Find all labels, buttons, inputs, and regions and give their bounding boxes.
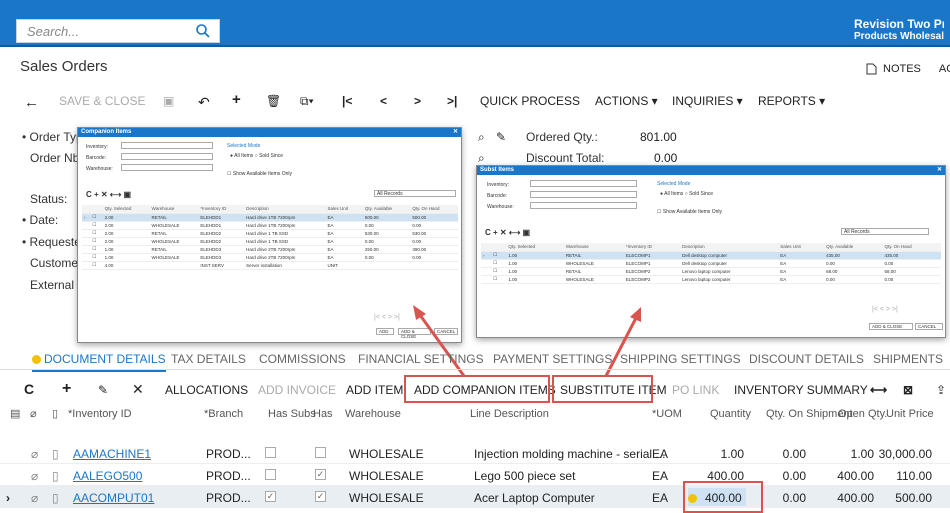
uom-cell: EA [652, 491, 669, 505]
branch-cell: PROD... [206, 447, 251, 461]
highlight-box [404, 375, 550, 403]
highlight-box [683, 481, 763, 513]
open-qty-cell: 400.00 [837, 491, 874, 505]
inventory-id-link[interactable]: AACOMPUT01 [73, 491, 154, 505]
highlight-box [552, 375, 653, 403]
has-subs-checkbox[interactable]: ✓ [265, 491, 276, 502]
attachment-icon[interactable]: ⌀ [31, 491, 38, 505]
refresh-icon[interactable]: C [24, 381, 34, 397]
branch-cell: PROD... [206, 491, 251, 505]
note-icon[interactable]: ▯ [52, 491, 59, 505]
has-subs-checkbox[interactable] [265, 447, 276, 458]
warehouse-cell: WHOLESALE [349, 447, 424, 461]
tab-shipments[interactable]: SHIPMENTS [873, 352, 943, 366]
qty-on-shipment-cell: 0.00 [782, 491, 806, 505]
col-branch[interactable]: *Branch [204, 408, 243, 420]
row-selector-icon: › [6, 491, 10, 505]
tab-document-details[interactable]: DOCUMENT DETAILS [32, 352, 166, 372]
note-icon: ▯ [52, 408, 59, 420]
warning-icon [32, 355, 41, 364]
inventory-id-link[interactable]: AALEGO500 [73, 469, 142, 483]
has-cor-checkbox[interactable] [315, 447, 326, 458]
line-description-cell: Acer Laptop Computer [474, 491, 595, 505]
tab-discount-details[interactable]: DISCOUNT DETAILS [749, 352, 864, 366]
has-subs-checkbox[interactable] [265, 469, 276, 480]
tab-commissions[interactable]: COMMISSIONS [259, 352, 346, 366]
col-quantity[interactable]: Quantity [710, 408, 751, 420]
tab-financial-settings[interactable]: FINANCIAL SETTINGS [358, 352, 484, 366]
edit-icon[interactable]: ✎ [98, 383, 108, 397]
line-description-cell: Lego 500 piece set [474, 469, 576, 483]
open-qty-cell: 1.00 [850, 447, 874, 461]
col-line-description[interactable]: Line Description [470, 408, 549, 420]
col-warehouse[interactable]: Warehouse [345, 408, 401, 420]
note-icon[interactable]: ▯ [52, 469, 59, 483]
po-link-button[interactable]: PO LINK [672, 383, 719, 397]
inventory-summary-button[interactable]: INVENTORY SUMMARY [734, 383, 868, 397]
qty-on-shipment-cell: 0.00 [782, 469, 806, 483]
line-description-cell: Injection molding machine - serial ... [474, 447, 666, 461]
unit-price-cell: 110.00 [896, 469, 932, 483]
table-row[interactable]: ⌀ ▯ AAMACHINE1 PROD... WHOLESALE Injection mo… [0, 442, 950, 464]
tab-payment-settings[interactable]: PAYMENT SETTINGS [493, 352, 612, 366]
attachment-icon: ⌀ [30, 408, 37, 420]
col-open-qty[interactable]: Open Qty. [838, 408, 887, 420]
qty-on-shipment-cell: 0.00 [782, 447, 806, 461]
add-row-icon[interactable]: + [62, 380, 71, 398]
branch-cell: PROD... [206, 469, 251, 483]
open-qty-cell: 400.00 [837, 469, 874, 483]
has-cor-checkbox[interactable]: ✓ [315, 491, 326, 502]
inventory-id-link[interactable]: AAMACHINE1 [73, 447, 151, 461]
has-cor-checkbox[interactable]: ✓ [315, 469, 326, 480]
export-icon[interactable]: ⊠ [903, 383, 913, 397]
uom-cell: EA [652, 469, 669, 483]
allocations-button[interactable]: ALLOCATIONS [165, 383, 248, 397]
col-inventory-id[interactable]: *Inventory ID [68, 408, 132, 420]
col-has-cor[interactable]: Has Cor [313, 408, 333, 420]
table-row[interactable]: › ⌀ ▯ AACOMPUT01 PROD... ✓ ✓ WHOLESALE Acer Lapt… [0, 486, 950, 508]
attachment-icon[interactable]: ⌀ [31, 447, 38, 461]
tab-shipping-settings[interactable]: SHIPPING SETTINGS [620, 352, 741, 366]
unit-price-cell: 500.00 [895, 491, 932, 505]
upload-icon[interactable]: ⇪ [936, 383, 946, 397]
col-qty-on-shipment[interactable]: Qty. On Shipment [766, 408, 853, 420]
col-uom[interactable]: *UOM [652, 408, 688, 420]
table-row[interactable]: ⌀ ▯ AALEGO500 PROD... ✓ WHOLESALE Lego 500 pie… [0, 464, 950, 486]
note-icon[interactable]: ▯ [52, 447, 59, 461]
fit-columns-icon[interactable]: ⟷ [870, 383, 887, 397]
col-has-subs[interactable]: Has Subs [268, 408, 316, 420]
unit-price-cell: 30,000.00 [878, 447, 932, 461]
add-item-button[interactable]: ADD ITEM [346, 383, 403, 397]
quantity-cell[interactable]: 1.00 [690, 447, 744, 461]
tab-strip: DOCUMENT DETAILS TAX DETAILS COMMISSIONS… [0, 348, 950, 372]
warehouse-cell: WHOLESALE [349, 491, 424, 505]
add-invoice-button[interactable]: ADD INVOICE [258, 383, 336, 397]
attachment-icon[interactable]: ⌀ [31, 469, 38, 483]
uom-cell: EA [652, 447, 669, 461]
arrowhead [413, 305, 426, 320]
warehouse-cell: WHOLESALE [349, 469, 424, 483]
col-unit-price[interactable]: Unit Price [886, 408, 934, 420]
settings-icon[interactable]: ▤ [10, 408, 20, 420]
tab-tax-details[interactable]: TAX DETAILS [171, 352, 246, 366]
delete-row-icon[interactable]: ✕ [132, 381, 144, 398]
annotation-arrows [413, 305, 641, 377]
